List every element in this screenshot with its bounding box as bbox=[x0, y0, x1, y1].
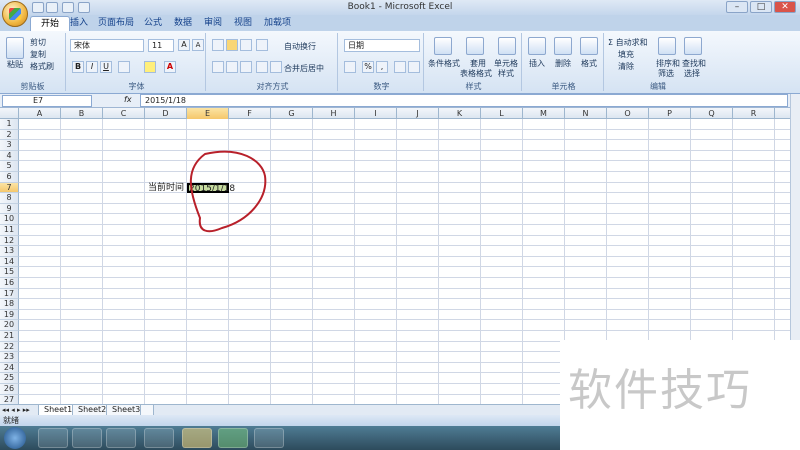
redo-icon[interactable] bbox=[62, 2, 74, 13]
users-icon[interactable] bbox=[144, 428, 174, 448]
comma-button[interactable]: , bbox=[376, 61, 388, 73]
underline-button[interactable]: U bbox=[100, 61, 112, 73]
align-left-icon[interactable] bbox=[212, 61, 224, 73]
delete-cells-button[interactable]: 删除 bbox=[555, 58, 571, 69]
format-cells-icon[interactable] bbox=[580, 37, 598, 55]
fill-color-icon[interactable] bbox=[144, 61, 156, 73]
ie-icon[interactable] bbox=[38, 428, 68, 448]
title-bar: Book1 - Microsoft Excel – □ ✕ bbox=[0, 0, 800, 15]
group-label: 对齐方式 bbox=[256, 82, 289, 91]
delete-cells-icon[interactable] bbox=[554, 37, 572, 55]
decrease-indent-icon[interactable] bbox=[256, 61, 268, 73]
group-label: 数字 bbox=[373, 82, 390, 91]
align-right-icon[interactable] bbox=[240, 61, 252, 73]
orientation-icon[interactable] bbox=[256, 39, 268, 51]
format-table-icon[interactable] bbox=[466, 37, 484, 55]
fill-button[interactable]: 填充 bbox=[618, 49, 634, 60]
align-center-icon[interactable] bbox=[226, 61, 238, 73]
paste-icon[interactable] bbox=[6, 37, 24, 59]
explorer-icon[interactable] bbox=[72, 428, 102, 448]
group-font: 宋体 11 A A B I U A 字体 bbox=[68, 33, 206, 91]
print-preview-icon[interactable] bbox=[78, 2, 90, 13]
office-button[interactable] bbox=[2, 1, 28, 27]
number-format-select[interactable]: 日期 bbox=[344, 39, 420, 52]
merge-center-button[interactable]: 合并后居中 bbox=[284, 63, 324, 74]
wrap-text-button[interactable]: 自动换行 bbox=[284, 41, 316, 52]
group-cells: 插入 删除 格式 单元格 bbox=[524, 33, 604, 91]
font-size-select[interactable]: 11 bbox=[148, 39, 174, 52]
bold-button[interactable]: B bbox=[72, 61, 84, 73]
format-table-label[interactable]: 表格格式 bbox=[460, 68, 492, 79]
increase-indent-icon[interactable] bbox=[270, 61, 282, 73]
currency-icon[interactable] bbox=[344, 61, 356, 73]
maximize-button[interactable]: □ bbox=[750, 1, 772, 13]
group-number: 日期 % , 数字 bbox=[340, 33, 424, 91]
cut-button[interactable]: 剪切 bbox=[30, 37, 46, 48]
autosum-label: 自动求和 bbox=[615, 38, 648, 47]
start-button-icon[interactable] bbox=[4, 427, 26, 449]
group-label: 编辑 bbox=[650, 82, 666, 91]
watermark: 软件技巧 bbox=[560, 340, 800, 450]
font-color-icon[interactable]: A bbox=[164, 61, 176, 73]
percent-button[interactable]: % bbox=[362, 61, 374, 73]
office-logo-icon bbox=[9, 8, 21, 20]
insert-cells-icon[interactable] bbox=[528, 37, 546, 55]
align-top-icon[interactable] bbox=[212, 39, 224, 51]
paste-button[interactable]: 粘贴 bbox=[7, 59, 23, 70]
group-label: 样式 bbox=[465, 82, 482, 91]
align-middle-icon[interactable] bbox=[226, 39, 238, 51]
name-box[interactable]: E7 bbox=[2, 95, 92, 107]
shrink-font-button[interactable]: A bbox=[192, 39, 204, 51]
copy-button[interactable]: 复制 bbox=[30, 49, 46, 60]
outlook-icon[interactable] bbox=[182, 428, 212, 448]
group-clipboard: 粘贴 剪切 复制 格式刷 剪贴板 bbox=[0, 33, 66, 91]
ribbon-tabs: 开始 插入 页面布局 公式 数据 审阅 视图 加载项 bbox=[0, 15, 800, 31]
fx-icon[interactable]: fx bbox=[124, 95, 132, 104]
group-editing: Σ 自动求和 填充 清除 排序和 筛选 查找和 选择 编辑 bbox=[606, 33, 710, 91]
close-button[interactable]: ✕ bbox=[774, 1, 796, 13]
conditional-format-icon[interactable] bbox=[434, 37, 452, 55]
cell-styles-icon[interactable] bbox=[498, 37, 516, 55]
minimize-button[interactable]: – bbox=[726, 1, 748, 13]
italic-button[interactable]: I bbox=[86, 61, 98, 73]
group-label: 字体 bbox=[128, 82, 145, 91]
cell-styles-label[interactable]: 样式 bbox=[498, 68, 514, 79]
format-painter-button[interactable]: 格式刷 bbox=[30, 61, 54, 72]
window-title: Book1 - Microsoft Excel bbox=[347, 2, 453, 12]
excel-taskbar-icon[interactable] bbox=[218, 428, 248, 448]
format-cells-button[interactable]: 格式 bbox=[581, 58, 597, 69]
undo-icon[interactable] bbox=[46, 2, 58, 13]
conditional-format-button[interactable]: 条件格式 bbox=[428, 58, 460, 69]
font-name-select[interactable]: 宋体 bbox=[70, 39, 144, 52]
sheet-nav-arrows-icon[interactable]: ◂◂ ◂ ▸ ▸▸ bbox=[2, 405, 30, 415]
clear-button[interactable]: 清除 bbox=[618, 61, 634, 72]
settings-icon[interactable] bbox=[254, 428, 284, 448]
group-label: 剪贴板 bbox=[20, 82, 45, 91]
find-select-label[interactable]: 选择 bbox=[684, 68, 700, 79]
media-player-icon[interactable] bbox=[106, 428, 136, 448]
group-styles: 条件格式 套用 表格格式 单元格 样式 样式 bbox=[426, 33, 522, 91]
insert-cells-button[interactable]: 插入 bbox=[529, 58, 545, 69]
sort-filter-label[interactable]: 筛选 bbox=[658, 68, 674, 79]
formula-bar: E7 fx 2015/1/18 bbox=[0, 94, 800, 108]
group-label: 单元格 bbox=[551, 82, 576, 91]
group-alignment: 自动换行 合并后居中 对齐方式 bbox=[208, 33, 338, 91]
align-bottom-icon[interactable] bbox=[240, 39, 252, 51]
sigma-icon: Σ bbox=[608, 38, 616, 47]
watermark-text: 软件技巧 bbox=[568, 365, 752, 416]
sort-filter-icon[interactable] bbox=[658, 37, 676, 55]
decrease-decimal-icon[interactable] bbox=[408, 61, 420, 73]
ribbon: 粘贴 剪切 复制 格式刷 剪贴板 宋体 11 A A B I U A 字体 自动… bbox=[0, 31, 800, 94]
grow-font-button[interactable]: A bbox=[178, 39, 190, 51]
border-icon[interactable] bbox=[118, 61, 130, 73]
formula-input[interactable]: 2015/1/18 bbox=[140, 94, 788, 107]
tab-addins[interactable]: 加载项 bbox=[254, 16, 301, 31]
increase-decimal-icon[interactable] bbox=[394, 61, 406, 73]
save-icon[interactable] bbox=[32, 2, 44, 13]
autosum-button[interactable]: Σ 自动求和 bbox=[608, 37, 648, 48]
find-select-icon[interactable] bbox=[684, 37, 702, 55]
status-text: 就绪 bbox=[3, 416, 19, 425]
